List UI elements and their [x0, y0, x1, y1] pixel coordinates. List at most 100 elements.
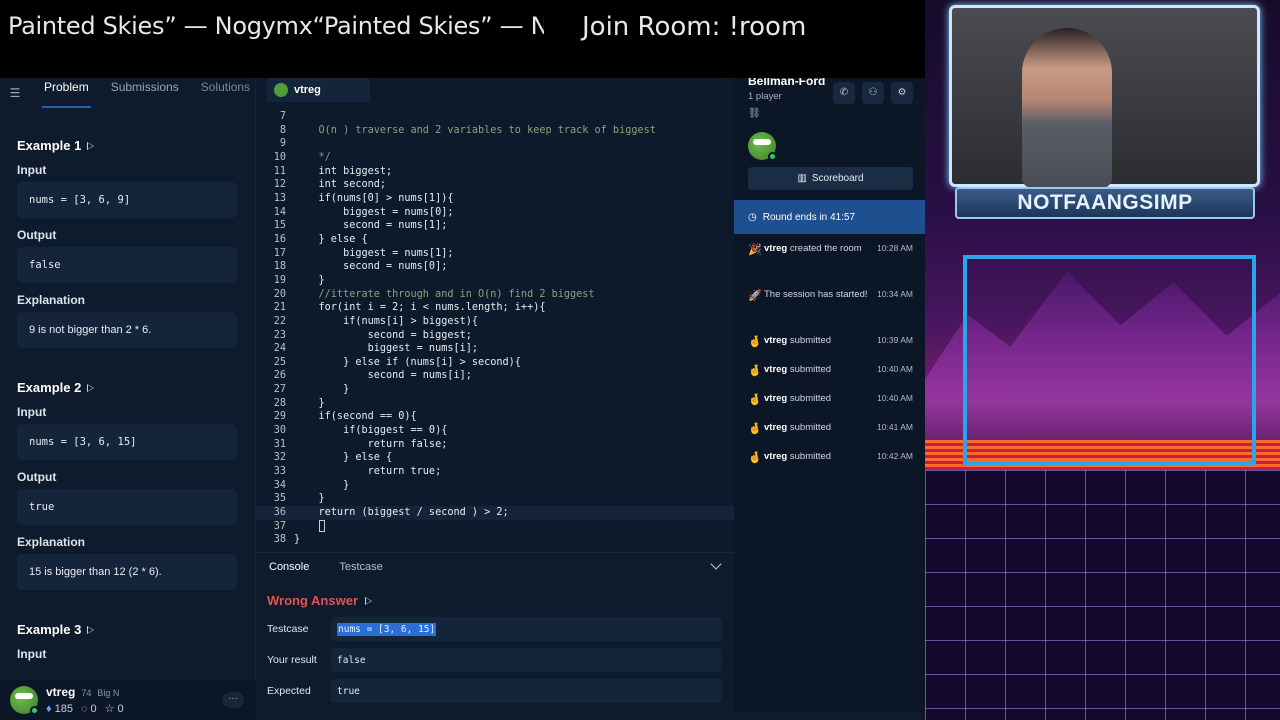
example-2-title[interactable]: Example 2	[17, 380, 256, 395]
code-line[interactable]: 32 } else {	[256, 451, 734, 465]
streamer-nameplate: NOTFAANGSIMP	[955, 187, 1255, 219]
tab-testcase[interactable]: Testcase	[339, 561, 382, 573]
result-label: Your result	[267, 654, 317, 666]
code-line[interactable]: 12 int second;	[256, 178, 734, 192]
line-number: 20	[273, 288, 286, 300]
code-line[interactable]: 16 } else {	[256, 233, 734, 247]
result-row: Your result false	[256, 648, 734, 672]
gear-icon[interactable]: ⚙	[891, 82, 913, 104]
code-line[interactable]: 23 second = biggest;	[256, 329, 734, 343]
code-line[interactable]: 8 O(n ) traverse and 2 variables to keep…	[256, 124, 734, 138]
code-line[interactable]: 17 biggest = nums[1];	[256, 247, 734, 261]
emoji-icon: 🤞	[748, 394, 762, 406]
play-icon[interactable]	[87, 383, 95, 392]
link-icon[interactable]: ⛓	[748, 108, 761, 119]
feed-time: 10:28 AM	[877, 243, 913, 253]
line-number: 37	[273, 520, 286, 532]
add-user-icon[interactable]: ⚇	[862, 82, 884, 104]
line-number: 23	[273, 329, 286, 341]
star-icon: ☆	[104, 703, 115, 715]
play-icon[interactable]	[87, 625, 95, 634]
tab-submissions[interactable]: Submissions	[109, 78, 181, 108]
code-line[interactable]: 36 return (biggest / second ) > 2;	[256, 506, 734, 520]
code-line[interactable]: 30 if(biggest == 0){	[256, 424, 734, 438]
feed-message: vtreg submitted	[764, 448, 874, 466]
bar-chart-icon: ▥	[797, 173, 807, 184]
code-area[interactable]: 7 8 O(n ) traverse and 2 variables to kee…	[256, 110, 734, 550]
emoji-icon: 🤞	[748, 452, 762, 464]
code-line[interactable]: 25 } else if (nums[i] > second){	[256, 356, 734, 370]
activity-feed: 🎉 vtreg created the room 10:28 AM 🚀 The sess…	[734, 240, 925, 477]
code-line[interactable]: 31 return false;	[256, 438, 734, 452]
code-line[interactable]: 15 second = nums[1];	[256, 219, 734, 233]
room-panel-footer	[734, 712, 925, 720]
code-line[interactable]: 33 return true;	[256, 465, 734, 479]
menu-icon[interactable]: ☰	[6, 86, 24, 100]
code-line[interactable]: 38}	[256, 533, 734, 547]
code-line[interactable]: 26 second = nums[i];	[256, 369, 734, 383]
stream-top-overlay: Painted Skies” — Nogymx“Painted Skies” —…	[0, 0, 925, 78]
code-line[interactable]: 19 }	[256, 274, 734, 288]
code-line[interactable]: 22 if(nums[i] > biggest){	[256, 315, 734, 329]
stream-overlay: NOTFAANGSIMP	[925, 0, 1280, 720]
code-line[interactable]: 13 if(nums[0] > nums[1]){	[256, 192, 734, 206]
coding-app: ☰ Problem Submissions Solutions Example …	[0, 78, 925, 720]
avatar[interactable]	[10, 686, 39, 715]
code-text: if(nums[i] > biggest){	[294, 315, 479, 327]
emoji-icon: 🤞	[748, 365, 762, 377]
line-number: 21	[273, 302, 286, 314]
secondary-frame	[963, 255, 1256, 465]
avatar[interactable]	[748, 132, 777, 161]
code-line[interactable]: 35 }	[256, 492, 734, 506]
code-line[interactable]: 28 }	[256, 397, 734, 411]
line-number: 19	[273, 274, 286, 286]
code-text: second = biggest;	[294, 329, 472, 341]
play-icon[interactable]	[87, 141, 95, 150]
code-line[interactable]: 18 second = nums[0];	[256, 260, 734, 274]
example-1-title[interactable]: Example 1	[17, 138, 256, 153]
code-line[interactable]: 14 biggest = nums[0];	[256, 206, 734, 220]
code-text: }	[294, 274, 325, 286]
testcase-value[interactable]: nums = [3, 6, 15]	[331, 617, 722, 641]
play-icon[interactable]	[365, 596, 373, 605]
emoji-icon: 🚀	[748, 290, 762, 302]
code-text: int second;	[294, 179, 387, 191]
code-text: }	[294, 397, 325, 409]
code-line[interactable]: 24 biggest = nums[i];	[256, 342, 734, 356]
code-line[interactable]: 29 if(second == 0){	[256, 410, 734, 424]
editor-tab[interactable]: vtreg	[266, 78, 370, 102]
tab-console[interactable]: Console	[269, 561, 309, 573]
code-text: } else {	[294, 452, 393, 464]
online-status-dot	[30, 706, 39, 715]
code-line[interactable]: 7	[256, 110, 734, 124]
code-line[interactable]: 10 */	[256, 151, 734, 165]
line-number: 36	[273, 507, 286, 519]
tab-solutions[interactable]: Solutions	[199, 78, 252, 108]
code-line[interactable]: 11 int biggest;	[256, 165, 734, 179]
code-line[interactable]: 20 //itterate through and in O(n) find 2…	[256, 288, 734, 302]
room-title: Bellman-Ford	[748, 78, 826, 88]
tab-problem[interactable]: Problem	[42, 78, 91, 108]
console-panel: Console Testcase Wrong Answer Testcase n…	[256, 552, 734, 720]
code-editor[interactable]: vtreg 7 8 O(n ) traverse and 2 variables …	[256, 78, 734, 552]
code-line[interactable]: 34 }	[256, 479, 734, 493]
code-text: return (biggest / second ) > 2;	[294, 507, 509, 519]
code-text: return true;	[294, 466, 442, 478]
more-options-icon[interactable]: ···	[222, 692, 244, 708]
code-line[interactable]: 27 }	[256, 383, 734, 397]
phone-icon[interactable]: ✆	[833, 82, 855, 104]
feed-item: 🤞 vtreg submitted 10:42 AM	[734, 448, 925, 477]
code-text: O(n ) traverse and 2 variables to keep t…	[294, 124, 656, 136]
feed-time: 10:40 AM	[877, 364, 913, 374]
code-line[interactable]: 37	[256, 519, 734, 534]
feed-text: submitted	[787, 335, 832, 346]
line-number: 16	[273, 233, 286, 245]
example-3-title[interactable]: Example 3	[17, 622, 256, 637]
feed-message: vtreg submitted	[764, 361, 874, 379]
scoreboard-button[interactable]: ▥ Scoreboard	[748, 167, 913, 190]
result-value: false	[331, 648, 722, 672]
line-number: 30	[273, 425, 286, 437]
line-number: 13	[273, 192, 286, 204]
code-line[interactable]: 21 for(int i = 2; i < nums.length; i++){	[256, 301, 734, 315]
code-line[interactable]: 9	[256, 137, 734, 151]
